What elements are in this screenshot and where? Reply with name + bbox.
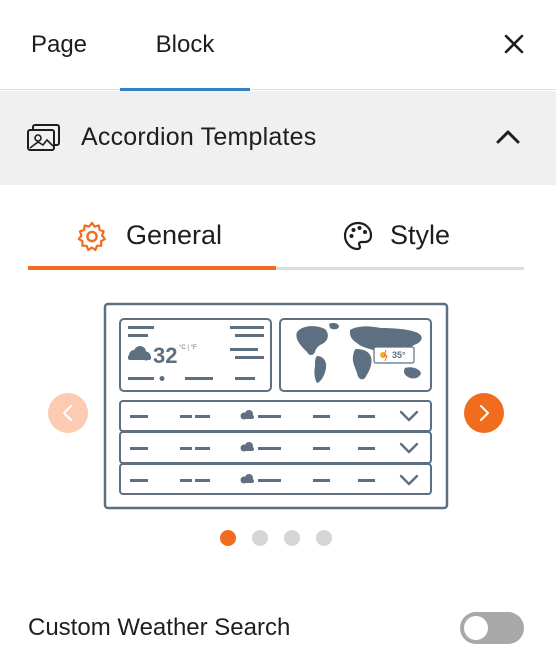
tab-style[interactable]: Style: [276, 200, 524, 270]
tab-general[interactable]: General: [28, 200, 276, 270]
carousel-next-button[interactable]: [464, 393, 504, 433]
tab-block-label: Block: [155, 31, 215, 58]
custom-weather-search-label: Custom Weather Search: [28, 614, 291, 641]
toggle-knob: [464, 616, 488, 640]
chevron-right-icon: [480, 405, 489, 421]
carousel-prev-button[interactable]: [48, 393, 88, 433]
tab-style-label: Style: [390, 219, 451, 250]
close-button[interactable]: [498, 28, 530, 60]
custom-weather-search-toggle[interactable]: [460, 612, 524, 644]
custom-weather-search-setting: Custom Weather Search: [28, 606, 524, 650]
accordion-templates-panel-toggle[interactable]: Accordion Templates: [0, 91, 556, 185]
chevron-up-icon: [496, 130, 520, 144]
gear-icon: [77, 221, 106, 252]
tab-block[interactable]: Block: [120, 0, 250, 91]
preview-accordion-rows: [119, 400, 432, 495]
template-carousel: 32 °C | °F 35°: [0, 300, 556, 520]
subtab-active-indicator: [28, 266, 276, 270]
carousel-dot[interactable]: [284, 530, 300, 546]
preview-units: °C | °F: [179, 345, 197, 351]
carousel-dot[interactable]: [316, 530, 332, 546]
images-icon: [27, 124, 60, 151]
preview-map-temperature: 35°: [392, 350, 406, 360]
palette-icon: [343, 221, 373, 251]
chevron-left-icon: [63, 405, 72, 421]
template-preview-thumbnail[interactable]: 32 °C | °F 35°: [103, 302, 449, 510]
settings-subtabs: General Style: [28, 200, 524, 270]
tab-page[interactable]: Page: [0, 0, 118, 90]
preview-temperature: 32: [153, 343, 177, 368]
carousel-dot[interactable]: [252, 530, 268, 546]
tab-general-label: General: [126, 219, 223, 250]
tab-page-label: Page: [30, 31, 88, 58]
close-icon: [504, 34, 524, 54]
carousel-pagination: [0, 530, 556, 546]
carousel-dot[interactable]: [220, 530, 236, 546]
panel-title: Accordion Templates: [81, 123, 317, 151]
sidebar-tabs: Page Block: [0, 0, 556, 91]
